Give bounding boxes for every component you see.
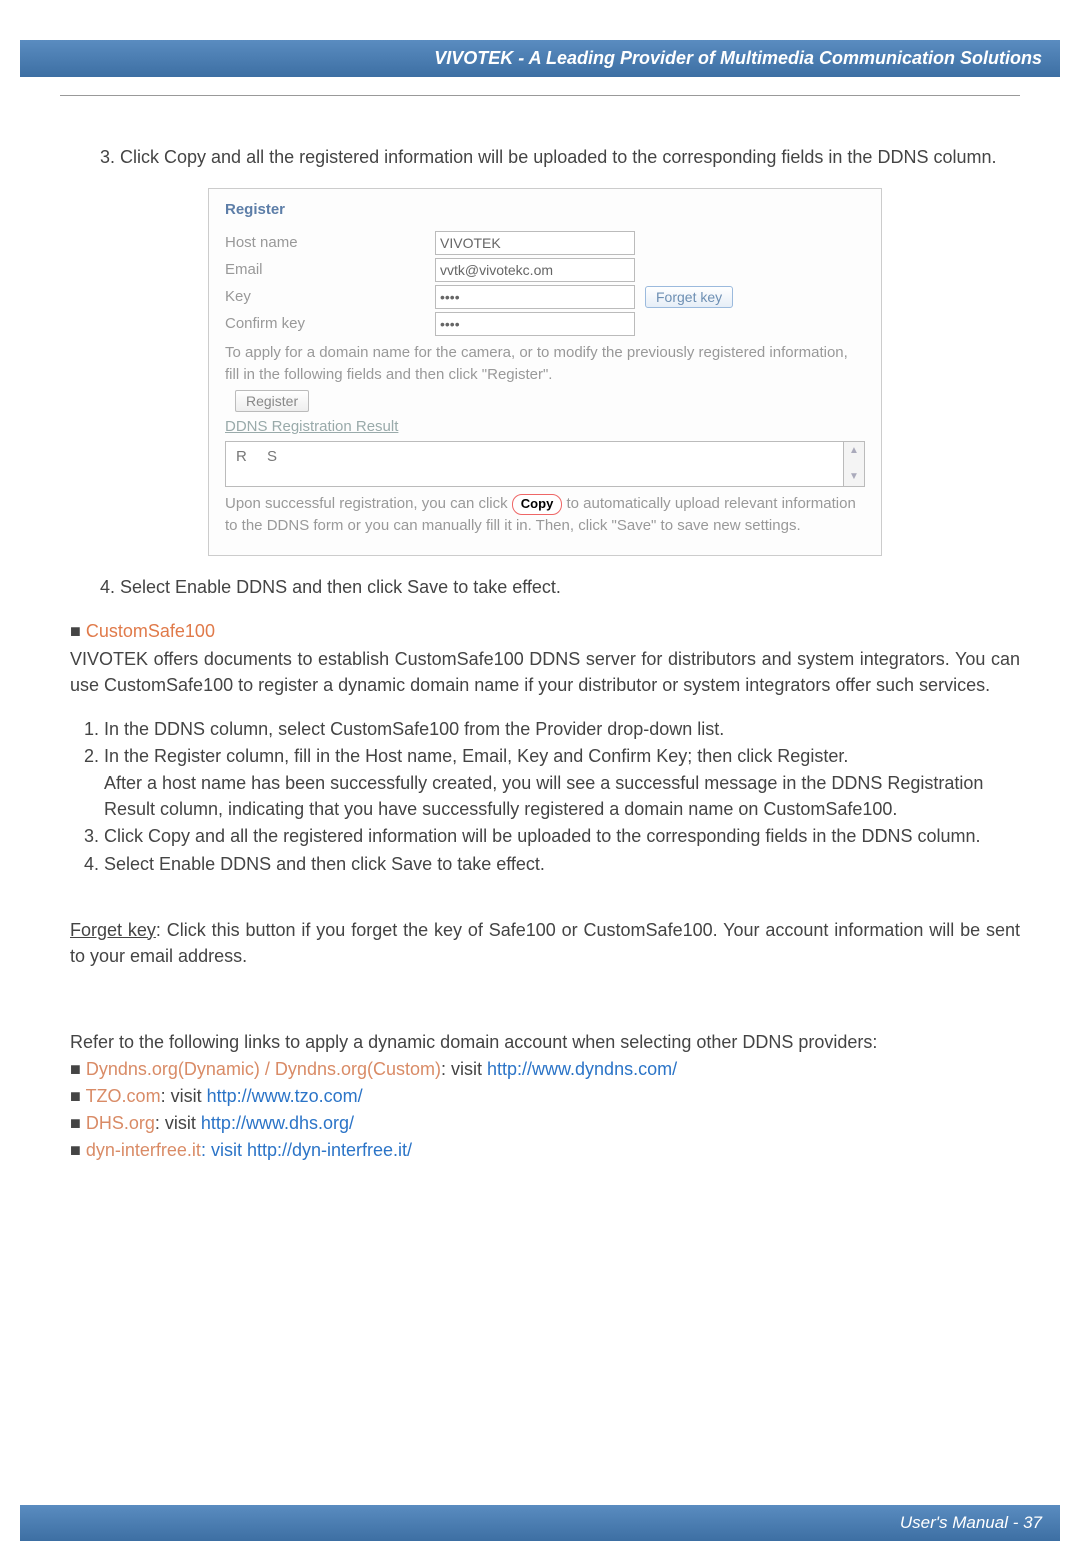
dyndns-link[interactable]: http://www.dyndns.com/ [487, 1059, 677, 1079]
header-title: VIVOTEK - A Leading Provider of Multimed… [434, 48, 1042, 68]
key-label: Key [225, 286, 435, 308]
provider-dhs: DHS.org [86, 1113, 155, 1133]
dyninterfree-link[interactable]: http://dyn-interfree.it/ [247, 1140, 412, 1160]
step-3-text: 3. Click Copy and all the registered inf… [100, 144, 1020, 170]
customsafe-li2a: 2. In the Register column, fill in the H… [70, 743, 1020, 769]
upon-success-text: Upon successful registration, you can cl… [225, 493, 865, 537]
result-label: DDNS Registration Result [225, 416, 865, 438]
dhs-link[interactable]: http://www.dhs.org/ [201, 1113, 354, 1133]
email-label: Email [225, 259, 435, 281]
bullet: ■ [70, 1086, 86, 1106]
register-button[interactable]: Register [235, 390, 309, 412]
scroll-down-icon[interactable]: ▼ [849, 470, 859, 485]
register-heading: Register [225, 199, 865, 221]
result-textarea[interactable]: R S [225, 441, 844, 487]
copy-pill[interactable]: Copy [512, 494, 563, 515]
visit-text: : visit [161, 1086, 207, 1106]
forget-key-button[interactable]: Forget key [645, 286, 733, 308]
confirm-key-input[interactable] [435, 312, 635, 336]
bullet: ■ [70, 1059, 86, 1079]
tzo-link[interactable]: http://www.tzo.com/ [207, 1086, 363, 1106]
visit-text: : visit [201, 1140, 247, 1160]
bullet: ■ [70, 1140, 86, 1160]
footer-bar: User's Manual - 37 [20, 1505, 1060, 1541]
customsafe-li2b: After a host name has been successfully … [70, 770, 1020, 822]
hostname-input[interactable] [435, 231, 635, 255]
visit-text: : visit [155, 1113, 201, 1133]
visit-text: : visit [441, 1059, 487, 1079]
provider-dyninterfree: dyn-interfree.it [86, 1140, 201, 1160]
bullet: ■ [70, 1113, 86, 1133]
key-input[interactable] [435, 285, 635, 309]
customsafe-li3: 3. Click Copy and all the registered inf… [70, 823, 1020, 849]
apply-text: To apply for a domain name for the camer… [225, 342, 865, 386]
footer-text: User's Manual - 37 [900, 1513, 1042, 1532]
email-input[interactable] [435, 258, 635, 282]
customsafe-section: ■ CustomSafe100 VIVOTEK offers documents… [70, 618, 1020, 877]
forget-key-text: : Click this button if you forget the ke… [70, 920, 1020, 966]
providers-intro: Refer to the following links to apply a … [70, 1029, 1020, 1055]
provider-dyndns: Dyndns.org(Dynamic) / Dyndns.org(Custom) [86, 1059, 441, 1079]
scroll-up-icon[interactable]: ▲ [849, 444, 859, 459]
page-content: 3. Click Copy and all the registered inf… [0, 96, 1080, 1163]
upon-text-1: Upon successful registration, you can cl… [225, 495, 512, 512]
forget-key-paragraph: Forget key: Click this button if you for… [70, 917, 1020, 969]
confirm-key-label: Confirm key [225, 313, 435, 335]
register-panel: Register Host name Email Key Forget key … [208, 188, 882, 556]
customsafe-heading: CustomSafe100 [86, 621, 215, 641]
header-bar: VIVOTEK - A Leading Provider of Multimed… [20, 40, 1060, 77]
provider-tzo: TZO.com [86, 1086, 161, 1106]
customsafe-p1: VIVOTEK offers documents to establish Cu… [70, 646, 1020, 698]
providers-section: Refer to the following links to apply a … [70, 1029, 1020, 1163]
step-4-text: 4. Select Enable DDNS and then click Sav… [100, 574, 1020, 600]
customsafe-li1: 1. In the DDNS column, select CustomSafe… [70, 716, 1020, 742]
scrollbar[interactable]: ▲ ▼ [844, 441, 865, 487]
bullet: ■ [70, 621, 86, 641]
forget-key-label: Forget key [70, 920, 156, 940]
hostname-label: Host name [225, 232, 435, 254]
customsafe-li4: 4. Select Enable DDNS and then click Sav… [70, 851, 1020, 877]
